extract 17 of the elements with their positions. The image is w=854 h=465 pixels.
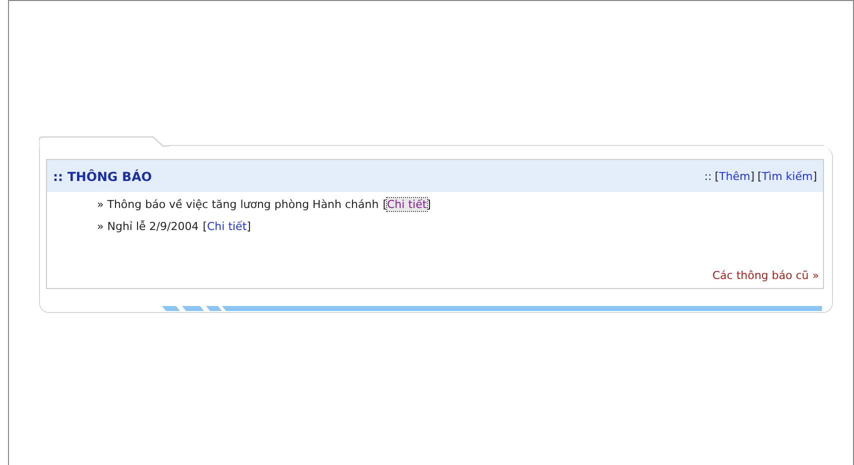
bracket: ] — [246, 220, 251, 233]
bracket: [ — [382, 198, 387, 211]
detail-link[interactable]: Chi tiết — [387, 198, 427, 211]
header-link[interactable]: Tìm kiếm — [762, 170, 813, 182]
actions-prefix: :: — [704, 170, 712, 182]
notice-text: » Thông báo về việc tăng lương phòng Hành chánh — [97, 198, 379, 211]
header-link[interactable]: Thêm — [719, 170, 750, 182]
bracket: [ — [714, 170, 720, 182]
bracket: ] — [750, 170, 754, 182]
bracket: ] — [812, 170, 817, 182]
bracket: [ — [202, 220, 207, 233]
panel-title: :: THÔNG BÁO — [53, 168, 152, 184]
older-notices-link[interactable]: Các thông báo cũ » — [712, 269, 819, 282]
detail-link[interactable]: Chi tiết — [206, 220, 247, 233]
bracket: ] — [426, 198, 431, 211]
notice-text: » Nghỉ lễ 2/9/2004 — [97, 220, 199, 233]
bracket: [ — [758, 170, 762, 182]
